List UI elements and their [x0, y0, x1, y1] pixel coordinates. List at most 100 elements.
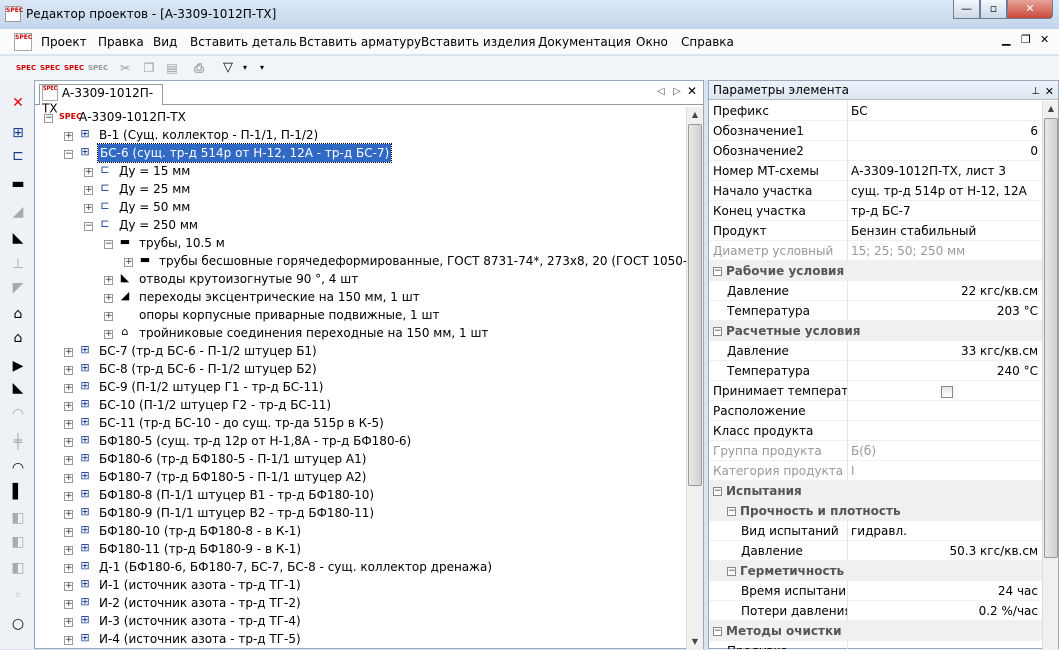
toolbar-more-icon[interactable]: ▾ [253, 59, 271, 77]
expand-toggle[interactable]: + [64, 582, 73, 591]
property-category[interactable]: − Герметичность [709, 561, 1044, 581]
tree-node[interactable]: И-4 (источник азота - тр-д ТГ-5) [99, 630, 301, 648]
expand-toggle[interactable]: − [44, 114, 53, 123]
tree-node[interactable]: БФ180-5 (сущ. тр-д 12р от Н-1,8А - тр-д … [99, 432, 411, 450]
tree-node[interactable]: БС-11 (тр-д БС-10 - до сущ. тр-да 515р в… [99, 414, 384, 432]
cap-icon[interactable]: ◠ [9, 460, 27, 476]
property-category[interactable]: − Расчетные условия [709, 321, 1044, 341]
print-icon[interactable]: ⎙ [190, 59, 208, 77]
property-value[interactable] [851, 381, 1038, 401]
reducer-icon[interactable]: ◤ [9, 280, 27, 296]
property-value[interactable] [851, 421, 1038, 441]
menu-help[interactable]: Справка [681, 35, 734, 49]
arc-icon[interactable]: ◠ [9, 406, 27, 422]
scroll-down-icon[interactable]: ▼ [687, 634, 703, 650]
filter-icon[interactable]: ▽ [219, 59, 237, 77]
eccentric-icon[interactable]: ◣ [9, 380, 27, 396]
expand-toggle[interactable]: − [84, 222, 93, 231]
tree-structure-icon[interactable]: ⊞ [9, 125, 27, 141]
property-value[interactable]: 0.2 %/час [851, 601, 1038, 621]
collapse-toggle[interactable]: − [713, 487, 722, 496]
tree-node[interactable]: И-1 (источник азота - тр-д ТГ-1) [99, 576, 301, 594]
gasket-icon[interactable]: ◦ [9, 588, 27, 604]
close-button[interactable]: ✕ [1007, 0, 1053, 19]
panel-close-button[interactable]: ✕ [1045, 82, 1054, 101]
property-value[interactable]: 24 час [851, 581, 1038, 601]
properties-scrollbar[interactable]: ▲ [1042, 101, 1058, 650]
expand-toggle[interactable]: + [64, 528, 73, 537]
expand-toggle[interactable]: + [124, 258, 133, 267]
tree-node[interactable]: БФ180-8 (П-1/1 штуцер В1 - тр-д БФ180-10… [99, 486, 374, 504]
collapse-toggle[interactable]: − [713, 627, 722, 636]
tree-node[interactable]: БС-7 (тр-д БС-6 - П-1/2 штуцер Б1) [99, 342, 317, 360]
spec-new-icon[interactable]: SPEC [16, 59, 36, 77]
minimize-button[interactable]: — [953, 0, 980, 19]
expand-toggle[interactable]: + [64, 600, 73, 609]
menu-insert-products[interactable]: Вставить изделия [421, 35, 535, 49]
bend-icon[interactable]: ◢ [9, 204, 27, 220]
tree-node[interactable]: БС-8 (тр-д БС-6 - П-1/2 штуцер Б2) [99, 360, 317, 378]
property-row[interactable]: Префикс БС [709, 101, 1044, 121]
tree-node[interactable]: БФ180-11 (тр-д БФ180-9 - в К-1) [99, 540, 301, 558]
filter-dropdown-icon[interactable]: ▾ [236, 59, 254, 77]
expand-toggle[interactable]: + [64, 492, 73, 501]
expand-toggle[interactable]: + [64, 402, 73, 411]
menu-project[interactable]: Проект [41, 35, 87, 49]
menu-insert-fittings[interactable]: Вставить арматуру [299, 35, 421, 49]
expand-toggle[interactable]: + [64, 636, 73, 645]
menu-documentation[interactable]: Документация [538, 35, 631, 49]
flange-icon[interactable]: ╪ [9, 434, 27, 450]
tree-scrollbar[interactable]: ▲ ▼ [686, 107, 703, 650]
property-row[interactable]: Вид испытаний гидравл. [709, 521, 1044, 541]
tree-node[interactable]: БФ180-10 (тр-д БФ180-8 - в К-1) [99, 522, 301, 540]
expand-toggle[interactable]: + [64, 384, 73, 393]
document-icon[interactable]: SPEC [14, 33, 32, 51]
property-category[interactable]: − Методы очистки [709, 621, 1044, 641]
property-value[interactable]: тр-д БС-7 [851, 201, 1038, 221]
property-row[interactable]: Давление 50.3 кгс/кв.см [709, 541, 1044, 561]
tee-icon[interactable]: ⊥ [9, 256, 27, 272]
mdi-close-button[interactable]: ✕ [1040, 33, 1049, 46]
tree-node[interactable]: И-3 (источник азота - тр-д ТГ-4) [99, 612, 301, 630]
elbow-icon[interactable]: ◣ [9, 230, 27, 246]
property-value[interactable] [851, 401, 1038, 421]
scroll-up-icon[interactable]: ▲ [1043, 101, 1059, 117]
expand-toggle[interactable]: + [64, 510, 73, 519]
tree-node[interactable]: Ду = 50 мм [119, 198, 190, 216]
tree-node[interactable]: трубы бесшовные горячедеформированные, Г… [159, 252, 687, 270]
support2-icon[interactable]: ⌂ [9, 330, 27, 346]
expand-toggle[interactable]: + [64, 438, 73, 447]
tree-node[interactable]: Ду = 250 мм [119, 216, 198, 234]
tree-node[interactable]: БС-10 (П-1/2 штуцер Г2 - тр-д БС-11) [99, 396, 331, 414]
property-value[interactable]: 0 [851, 141, 1038, 161]
property-row[interactable]: Температура 240 °С [709, 361, 1044, 381]
tab-project[interactable]: SPEC А-3309-1012П-ТХ [39, 84, 163, 116]
tab-prev-button[interactable]: ◁ [657, 86, 665, 97]
property-value[interactable]: Бензин стабильный [851, 221, 1038, 241]
spec-disabled-icon[interactable]: SPEC [88, 59, 108, 77]
tab-close-button[interactable]: ✕ [687, 84, 697, 98]
fitting2-icon[interactable]: ◧ [9, 534, 27, 550]
mdi-minimize-button[interactable]: ▁ [1002, 33, 1010, 46]
tree-node[interactable]: В-1 (Сущ. коллектор - П-1/1, П-1/2) [99, 126, 318, 144]
tree-node[interactable]: БФ180-7 (тр-д БФ180-5 - П-1/1 штуцер А2) [99, 468, 366, 486]
paste-icon[interactable]: ▤ [163, 59, 181, 77]
support-icon[interactable]: ⌂ [9, 306, 27, 322]
spec-open-icon[interactable]: SPEC [40, 59, 60, 77]
expand-toggle[interactable]: + [64, 564, 73, 573]
scroll-thumb[interactable] [1044, 118, 1058, 558]
fitting3-icon[interactable]: ◧ [9, 560, 27, 576]
property-value[interactable]: 50.3 кгс/кв.см [851, 541, 1038, 561]
expand-toggle[interactable]: + [64, 546, 73, 555]
property-value[interactable]: 6 [851, 121, 1038, 141]
collapse-toggle[interactable]: − [727, 507, 736, 516]
expand-toggle[interactable]: + [84, 186, 93, 195]
maximize-button[interactable]: ▫ [980, 0, 1007, 19]
accepts-temperature-checkbox[interactable] [941, 385, 953, 398]
tree-node[interactable]: Ду = 25 мм [119, 180, 190, 198]
property-row[interactable]: Начало участка сущ. тр-д 514р от Н-12, 12… [709, 181, 1044, 201]
tab-next-button[interactable]: ▷ [673, 86, 681, 97]
property-row[interactable]: Обозначение1 6 [709, 121, 1044, 141]
expand-toggle[interactable]: + [64, 366, 73, 375]
branch-icon[interactable]: ⊏ [9, 148, 27, 164]
